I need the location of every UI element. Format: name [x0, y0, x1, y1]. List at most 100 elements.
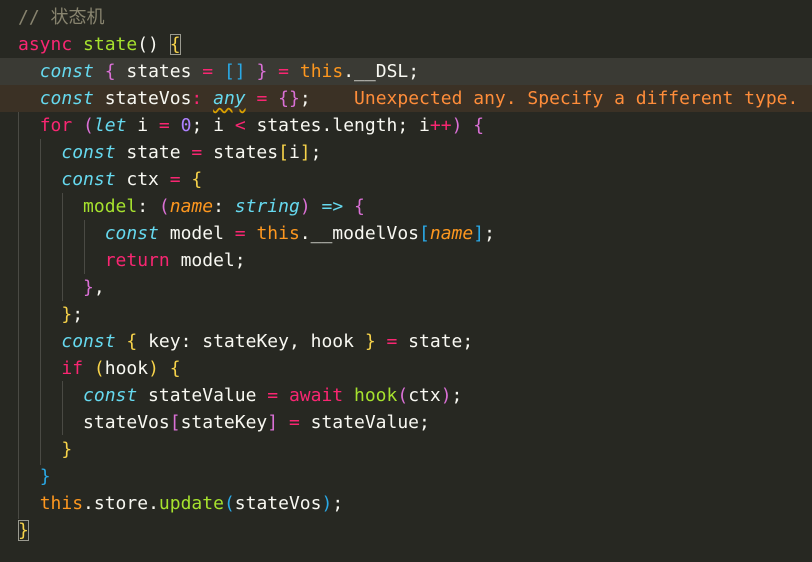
code-line[interactable]: if (hook) {	[0, 355, 812, 382]
code-token: (	[397, 385, 409, 406]
code-token: =	[256, 88, 268, 109]
code-token: async	[18, 34, 84, 55]
code-line[interactable]: const stateValue = await hook(ctx);	[0, 382, 812, 409]
code-token: update	[158, 493, 224, 514]
code-token: =	[202, 61, 214, 82]
code-token: ]	[267, 412, 279, 433]
code-line[interactable]: },	[0, 274, 812, 301]
code-line[interactable]: model: (name: string) => {	[0, 193, 812, 220]
code-token: }	[256, 61, 268, 82]
code-token: ;	[332, 493, 344, 514]
code-token: states	[115, 61, 203, 82]
code-text: return model;	[18, 247, 246, 274]
lint-warning-token: any	[213, 88, 246, 109]
code-text: const { key: stateKey, hook } = state;	[18, 328, 473, 355]
code-line[interactable]: stateVos[stateKey] = stateValue;	[0, 409, 812, 436]
code-text: const stateVos: any = {}; Unexpected any…	[18, 85, 799, 112]
code-token: ()	[137, 34, 170, 55]
code-token: []	[223, 61, 246, 82]
code-token: }	[39, 466, 51, 487]
code-token: )	[451, 115, 463, 136]
code-token: }	[364, 331, 376, 352]
code-token: }	[18, 520, 29, 541]
code-line[interactable]: for (let i = 0; i < states.length; i++) …	[0, 112, 812, 139]
code-token: for	[39, 115, 73, 136]
code-line[interactable]: }	[0, 463, 812, 490]
code-token: }	[83, 277, 94, 298]
code-line[interactable]: }	[0, 517, 812, 544]
code-token: )	[440, 385, 452, 406]
code-text: }	[18, 517, 29, 544]
code-token: [	[169, 412, 181, 433]
code-token: .__DSL;	[343, 61, 420, 82]
code-token: model	[83, 196, 138, 217]
code-token: ,	[93, 277, 105, 298]
code-token: this	[299, 61, 344, 82]
code-token: {	[354, 196, 365, 217]
code-token: i	[288, 142, 300, 163]
code-line[interactable]: const stateVos: any = {}; Unexpected any…	[0, 85, 812, 112]
code-token: :	[213, 196, 235, 217]
code-line[interactable]: };	[0, 301, 812, 328]
code-token: const	[61, 169, 116, 190]
code-token: [	[419, 223, 430, 244]
code-token: state	[115, 142, 192, 163]
code-line[interactable]: this.store.update(stateVos);	[0, 490, 812, 517]
code-line[interactable]: const model = this.__modelVos[name];	[0, 220, 812, 247]
code-token: ;	[310, 142, 322, 163]
code-line[interactable]: async state() {	[0, 31, 812, 58]
code-text: };	[18, 301, 83, 328]
code-line[interactable]: }	[0, 436, 812, 463]
lint-warning-message: Unexpected any. Specify a different type…	[354, 88, 799, 109]
code-token: =	[158, 115, 170, 136]
code-token: [	[278, 142, 289, 163]
code-token: }	[61, 304, 73, 325]
code-line[interactable]: const state = states[i];	[0, 139, 812, 166]
code-text: const state = states[i];	[18, 139, 321, 166]
code-token: stateValue;	[299, 412, 430, 433]
code-token: =	[169, 169, 181, 190]
code-token: {	[126, 331, 138, 352]
code-text: const { states = [] } = this.__DSL;	[18, 58, 419, 85]
code-text: for (let i = 0; i < states.length; i++) …	[18, 112, 484, 139]
code-token: ;	[451, 385, 463, 406]
code-line[interactable]: const { key: stateKey, hook } = state;	[0, 328, 812, 355]
code-token: const	[61, 142, 116, 163]
code-token: ctx	[115, 169, 170, 190]
code-text: // 状态机	[18, 4, 105, 31]
code-line[interactable]: const { states = [] } = this.__DSL;	[0, 58, 812, 85]
code-token: {	[169, 34, 181, 55]
code-token: ;	[484, 223, 495, 244]
code-token: const	[83, 385, 138, 406]
code-token: ; i	[191, 115, 235, 136]
code-token: {	[169, 358, 181, 379]
code-token: ;	[299, 88, 355, 109]
code-line[interactable]: const ctx = {	[0, 166, 812, 193]
code-text: const ctx = {	[18, 166, 202, 193]
code-line[interactable]: return model;	[0, 247, 812, 274]
code-editor[interactable]: // 状态机 async state() { const { states = […	[0, 0, 812, 562]
code-line[interactable]: // 状态机	[0, 4, 812, 31]
code-token: this	[256, 223, 300, 244]
code-token: ]	[299, 142, 311, 163]
code-token: stateVos	[93, 88, 192, 109]
code-token: states.length; i	[245, 115, 430, 136]
